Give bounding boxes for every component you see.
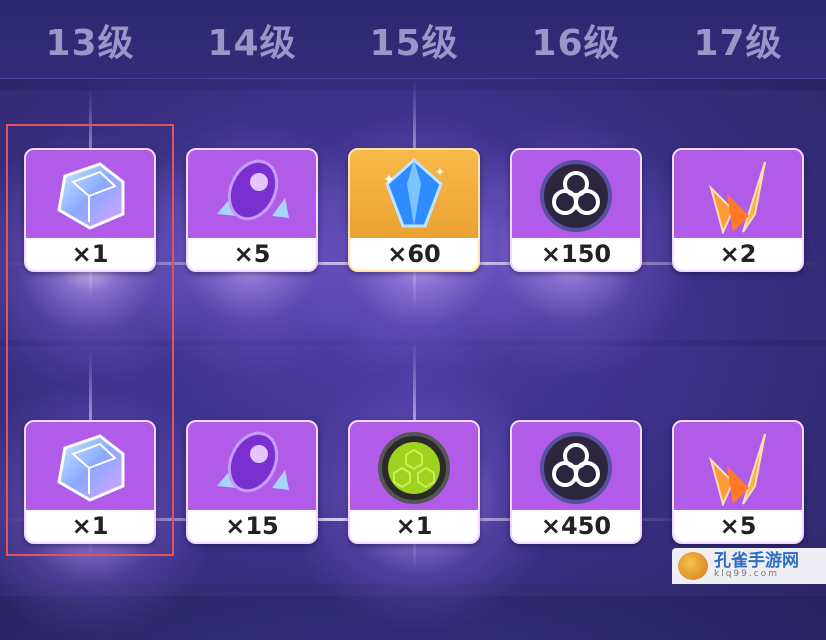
flame-shard-icon xyxy=(674,150,802,238)
reward-quantity: ×150 xyxy=(512,238,640,270)
reward-card-17-row2[interactable]: ×5 xyxy=(672,420,804,544)
purple-orb-crystal-icon xyxy=(188,422,316,510)
reward-card-16-row1[interactable]: ×150 xyxy=(510,148,642,272)
triskelion-coin-icon xyxy=(512,150,640,238)
reward-quantity: ×5 xyxy=(188,238,316,270)
level-label-17: 17级 xyxy=(693,23,783,64)
purple-orb-crystal-icon xyxy=(188,150,316,238)
reward-card-15-row1[interactable]: ✦ ✦ ×60 xyxy=(348,148,480,272)
reward-card-14-row1[interactable]: ×5 xyxy=(186,148,318,272)
level-label-13: 13级 xyxy=(45,23,135,64)
level-label-15: 15级 xyxy=(369,23,459,64)
reward-card-14-row2[interactable]: ×15 xyxy=(186,420,318,544)
svg-text:✦: ✦ xyxy=(383,172,395,188)
reward-quantity: ×1 xyxy=(350,510,478,542)
reward-card-16-row2[interactable]: ×450 xyxy=(510,420,642,544)
level-label-14: 14级 xyxy=(207,23,297,64)
watermark-title: 孔雀手游网 xyxy=(714,551,799,571)
level-label-16: 16级 xyxy=(531,23,621,64)
triskelion-coin-icon xyxy=(512,422,640,510)
site-watermark: 孔雀手游网 klq99.com xyxy=(672,548,826,584)
reward-quantity: ×60 xyxy=(350,238,478,270)
watermark-url: klq99.com xyxy=(714,569,779,579)
level-header: 13级 14级 15级 16级 17级 xyxy=(0,0,826,79)
green-honeycomb-orb-icon xyxy=(350,422,478,510)
reward-card-15-row2[interactable]: ×1 xyxy=(348,420,480,544)
reward-quantity: ×5 xyxy=(674,510,802,542)
reward-quantity: ×450 xyxy=(512,510,640,542)
flame-shard-icon xyxy=(674,422,802,510)
peacock-logo-icon xyxy=(678,552,708,580)
selection-highlight-box xyxy=(6,124,174,556)
svg-text:✦: ✦ xyxy=(435,165,445,179)
reward-card-17-row1[interactable]: ×2 xyxy=(672,148,804,272)
reward-quantity: ×15 xyxy=(188,510,316,542)
blue-crystal-icon: ✦ ✦ xyxy=(350,150,478,238)
reward-quantity: ×2 xyxy=(674,238,802,270)
